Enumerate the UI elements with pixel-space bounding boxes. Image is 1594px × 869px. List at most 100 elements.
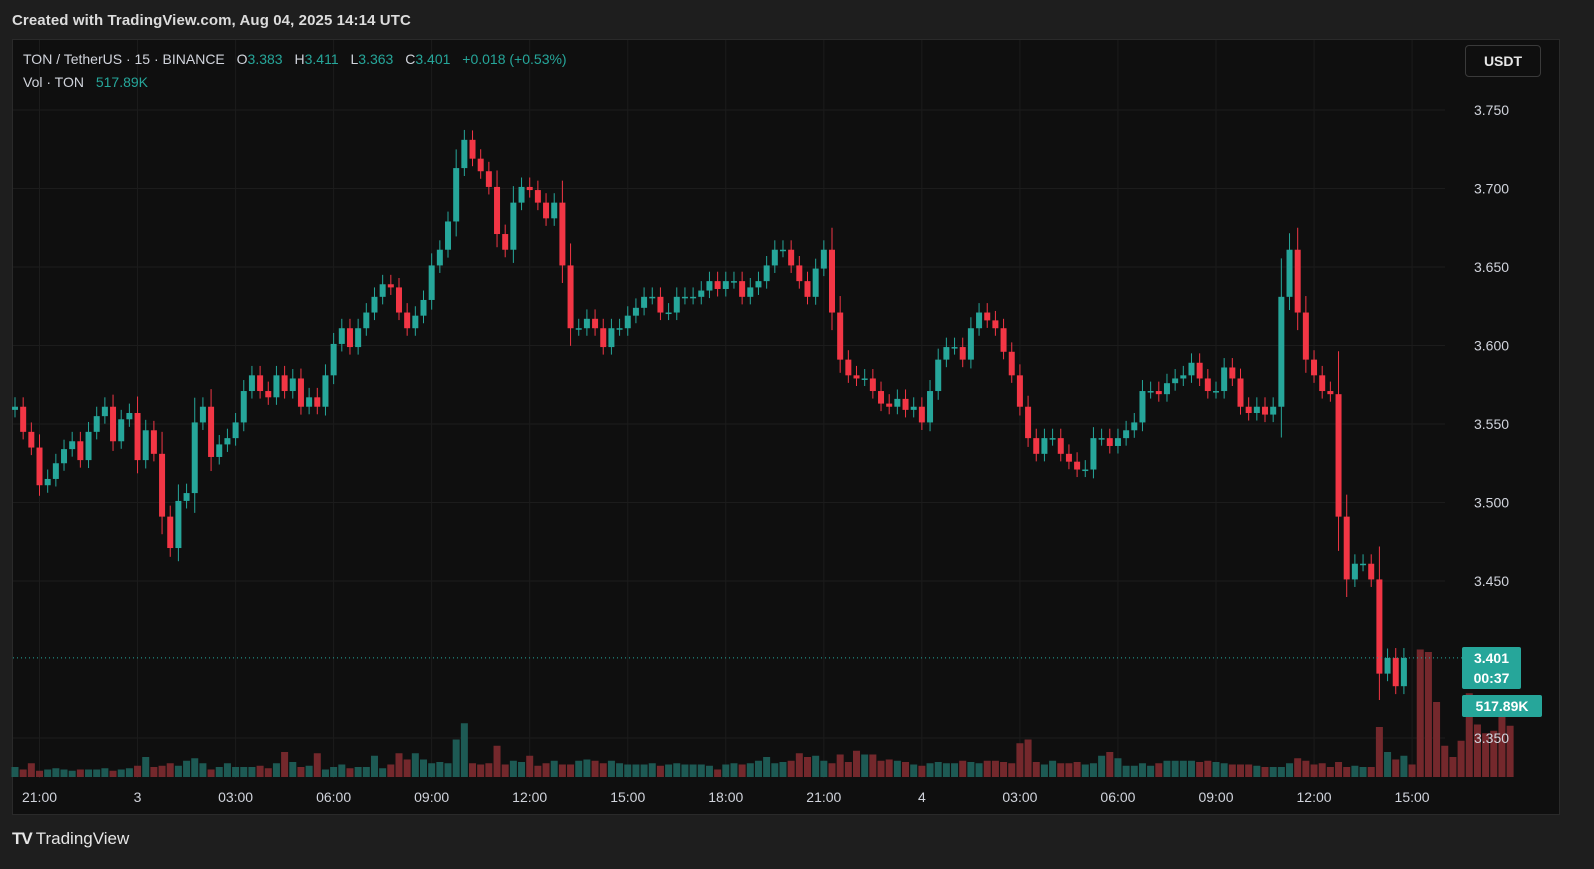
volume-bar [305, 765, 313, 777]
candle-body [445, 221, 452, 250]
candle-body [722, 281, 729, 289]
volume-bar [665, 764, 673, 777]
tradingview-brand-text: TradingView [35, 829, 130, 848]
candle-body [338, 328, 345, 344]
volume-bar [1057, 763, 1065, 777]
y-tick-label: 3.650 [1474, 259, 1509, 275]
candle-body [1016, 375, 1023, 407]
volume-bar [893, 760, 901, 777]
candle-body [1327, 391, 1334, 395]
candle-body [110, 406, 117, 442]
candle-body [306, 397, 313, 407]
candle-body [943, 347, 950, 360]
volume-bar [166, 763, 174, 777]
candle-body [796, 265, 803, 282]
candle-body [240, 391, 247, 423]
candle-body [747, 287, 754, 297]
candle-body [1082, 469, 1089, 472]
candle-body [175, 500, 182, 549]
y-tick-label: 3.550 [1474, 416, 1509, 432]
volume-bar [1065, 763, 1073, 777]
y-tick-label: 3.750 [1474, 102, 1509, 118]
candle-body [829, 249, 835, 313]
close-value: 3.401 [415, 51, 451, 67]
volume-bar [1416, 649, 1424, 777]
volume-bar [591, 760, 599, 777]
candle-body [191, 422, 198, 494]
candle-body [959, 347, 966, 360]
volume-bar [362, 767, 370, 777]
volume-bar [44, 769, 52, 777]
y-tick-label: 3.350 [1474, 730, 1509, 746]
volume-bar [1335, 762, 1343, 777]
candle-body [641, 296, 648, 308]
candle-body [281, 375, 288, 392]
volume-bar [542, 763, 550, 777]
volume-bar [975, 763, 983, 777]
volume-bar [1187, 760, 1195, 777]
candle-body [681, 296, 688, 299]
volume-bar [183, 760, 191, 777]
volume-bar [1343, 767, 1351, 777]
x-tick-label: 3 [134, 789, 142, 805]
candle-body [363, 312, 370, 329]
volume-bar [632, 764, 640, 777]
candle-body [199, 406, 206, 423]
candle-body [690, 296, 697, 299]
candle-body [657, 296, 664, 313]
candle-body [1212, 391, 1219, 393]
volume-bar [926, 763, 934, 777]
x-tick-label: 21:00 [22, 789, 57, 805]
candle-body [624, 315, 631, 329]
volume-bar [93, 769, 101, 777]
volume-label[interactable]: Vol · TON [23, 74, 84, 90]
currency-button[interactable]: USDT [1465, 45, 1541, 77]
candle-body [126, 413, 133, 420]
symbol-label[interactable]: TON / TetherUS · 15 · BINANCE [23, 51, 225, 67]
tradingview-logo[interactable]: TV TradingView [12, 829, 129, 849]
candle-body [1286, 249, 1293, 297]
volume-bar [387, 764, 395, 777]
volume-bar [1228, 764, 1236, 777]
candle-body [494, 186, 501, 235]
volume-bar [1106, 752, 1114, 777]
candle-body [28, 431, 35, 448]
volume-bar [452, 739, 460, 777]
change-value: +0.018 (+0.53%) [462, 51, 567, 67]
candle-body [559, 202, 566, 266]
volume-bar [1277, 767, 1285, 777]
volume-bar [1237, 764, 1244, 777]
candle-body [297, 378, 304, 407]
ohlc-legend: TON / TetherUS · 15 · BINANCE O3.383 H3.… [23, 51, 567, 67]
volume-bar [174, 765, 182, 777]
candle-body [1302, 312, 1309, 360]
volume-bar [428, 763, 436, 777]
candlestick-chart[interactable]: 3.750 3.700 3.650 3.600 3.550 3.500 3.450 3.350… [0, 0, 1594, 869]
volume-bar [1359, 767, 1367, 777]
volume-bar [1155, 763, 1163, 777]
candle-body [1237, 378, 1244, 407]
candle-body [706, 281, 713, 291]
volume-bar [272, 763, 280, 777]
volume-bar [1384, 752, 1392, 777]
candle-body [608, 328, 615, 348]
candle-body [1253, 406, 1260, 414]
candle-body [910, 406, 917, 410]
tv-logo-icon: TV [12, 829, 33, 848]
candle-body [510, 202, 517, 250]
candle-body [1245, 406, 1252, 414]
candle-body [183, 493, 190, 501]
volume-bar [803, 757, 811, 777]
volume-bar [1294, 758, 1302, 777]
candle-body [1098, 438, 1105, 440]
volume-bar [991, 760, 999, 777]
candle-body [1188, 362, 1195, 376]
close-label: C [405, 51, 416, 67]
volume-bar [1008, 763, 1016, 777]
candle-body [346, 328, 353, 348]
candle-body [804, 281, 811, 297]
candle-body [951, 347, 958, 349]
volume-bar [1040, 764, 1048, 777]
candle-body [730, 281, 737, 283]
candle-body [518, 186, 525, 203]
